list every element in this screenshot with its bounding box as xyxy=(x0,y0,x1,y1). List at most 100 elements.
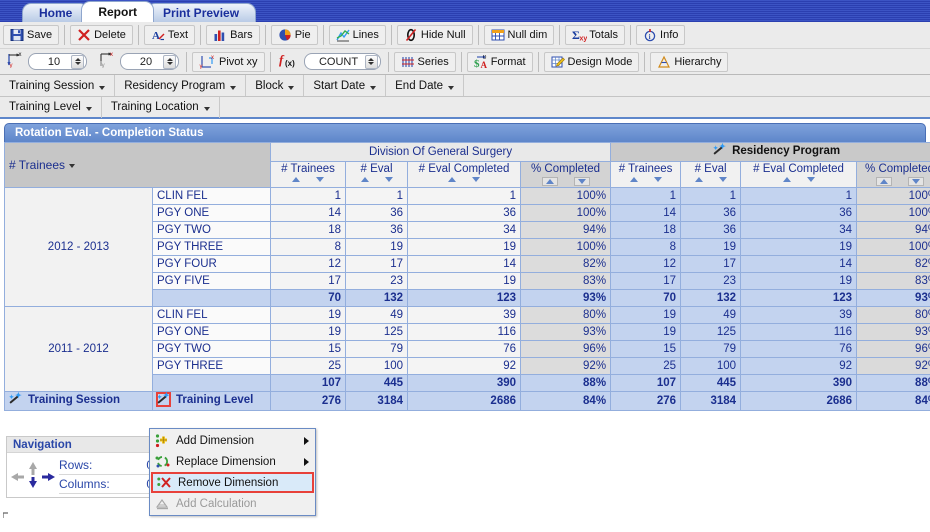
chevron-down-icon[interactable] xyxy=(448,85,455,90)
table-cell[interactable]: 92% xyxy=(520,357,612,375)
tab-home[interactable]: Home xyxy=(22,3,90,22)
column-header-5[interactable]: # Eval xyxy=(680,161,742,188)
table-cell[interactable]: 96% xyxy=(520,340,612,358)
sort-descending-button[interactable] xyxy=(384,177,393,182)
table-cell[interactable]: 116 xyxy=(407,323,522,341)
table-cell[interactable]: 1 xyxy=(680,187,742,205)
sort-descending-button[interactable] xyxy=(472,177,481,182)
hide-null-button[interactable]: Hide Null xyxy=(396,25,473,45)
row-level-label[interactable]: PGY THREE xyxy=(151,357,272,375)
design-mode-button[interactable]: Design Mode xyxy=(543,51,640,72)
table-cell[interactable]: 49 xyxy=(680,306,742,324)
column-group-header-0[interactable]: Division Of General Surgery xyxy=(270,142,612,162)
chevron-down-icon[interactable] xyxy=(288,85,295,90)
series-button[interactable]: Series xyxy=(393,51,456,72)
info-button[interactable]: i Info xyxy=(636,25,686,45)
table-cell[interactable]: 39 xyxy=(407,306,522,324)
sort-descending-button[interactable] xyxy=(653,177,662,182)
table-cell[interactable]: 19 xyxy=(407,238,522,256)
table-cell[interactable]: 1 xyxy=(407,187,522,205)
text-button[interactable]: A Text xyxy=(143,25,196,45)
table-cell[interactable]: 94% xyxy=(520,221,612,239)
table-cell[interactable]: 8 xyxy=(270,238,347,256)
chevron-down-icon[interactable] xyxy=(203,107,210,111)
dimension-chip-block[interactable]: Block xyxy=(246,75,305,96)
aggregate-function-select[interactable] xyxy=(303,53,381,70)
table-cell[interactable]: 15 xyxy=(270,340,347,358)
pivot-corner-measure[interactable]: # Trainees xyxy=(3,142,272,188)
context-menu-item-add-dimension[interactable]: Add Dimension xyxy=(151,430,314,451)
table-cell[interactable]: 92% xyxy=(856,357,930,375)
table-cell[interactable]: 49 xyxy=(345,306,409,324)
pie-button[interactable]: Pie xyxy=(270,25,318,45)
sort-descending-button[interactable] xyxy=(806,177,815,182)
bars-button[interactable]: Bars xyxy=(206,25,260,45)
table-cell[interactable]: 36 xyxy=(345,221,409,239)
tab-report[interactable]: Report xyxy=(81,1,155,22)
column-header-1[interactable]: # Eval xyxy=(345,161,409,188)
table-cell[interactable]: 19 xyxy=(680,238,742,256)
table-cell[interactable]: 80% xyxy=(520,306,612,324)
context-menu-item-remove-dimension[interactable]: Remove Dimension xyxy=(151,472,314,493)
sort-descending-button[interactable] xyxy=(718,177,727,182)
column-dimension-footer[interactable]: ✦ ✦ Training Level xyxy=(151,391,272,411)
table-cell[interactable]: 19 xyxy=(407,272,522,290)
table-cell[interactable]: 1 xyxy=(270,187,347,205)
sort-ascending-button[interactable] xyxy=(292,177,301,182)
navigation-dpad[interactable] xyxy=(7,455,59,495)
row-level-label[interactable]: PGY TWO xyxy=(151,221,272,239)
table-cell[interactable]: 17 xyxy=(610,272,682,290)
table-cell[interactable]: 23 xyxy=(345,272,409,290)
table-cell[interactable]: 100 xyxy=(345,357,409,375)
table-cell[interactable]: 1 xyxy=(740,187,858,205)
submenu-arrow-icon[interactable] xyxy=(304,458,309,466)
row-dimension-footer[interactable]: ✦ ✦ Training Session xyxy=(4,391,153,411)
table-cell[interactable]: 19 xyxy=(740,272,858,290)
column-header-0[interactable]: # Trainees xyxy=(270,161,347,188)
table-cell[interactable]: 19 xyxy=(610,323,682,341)
table-cell[interactable]: 25 xyxy=(610,357,682,375)
lines-button[interactable]: Lines xyxy=(328,25,386,45)
table-cell[interactable]: 83% xyxy=(856,272,930,290)
table-cell[interactable]: 23 xyxy=(680,272,742,290)
table-cell[interactable]: 83% xyxy=(520,272,612,290)
table-cell[interactable]: 76 xyxy=(407,340,522,358)
table-cell[interactable]: 17 xyxy=(270,272,347,290)
format-button[interactable]: $ A 0 Format xyxy=(466,51,533,72)
sort-ascending-button[interactable] xyxy=(782,177,791,182)
dimension-chip-start-date[interactable]: Start Date xyxy=(304,75,387,96)
table-cell[interactable]: 18 xyxy=(610,221,682,239)
table-cell[interactable]: 36 xyxy=(680,204,742,222)
table-cell[interactable]: 1 xyxy=(345,187,409,205)
table-row[interactable]: 2012 - 2013CLIN FEL111100%111100% xyxy=(4,187,930,307)
table-cell[interactable]: 93% xyxy=(520,323,612,341)
sort-ascending-button[interactable] xyxy=(629,177,638,182)
table-cell[interactable]: 12 xyxy=(610,255,682,273)
table-cell[interactable]: 19 xyxy=(270,323,347,341)
table-cell[interactable]: 94% xyxy=(856,221,930,239)
submenu-arrow-icon[interactable] xyxy=(304,437,309,445)
row-group-label[interactable]: 2012 - 2013 xyxy=(4,187,153,307)
table-cell[interactable]: 125 xyxy=(345,323,409,341)
row-level-label[interactable]: PGY TWO xyxy=(151,340,272,358)
save-button[interactable]: Save xyxy=(3,25,60,45)
resize-grip-icon[interactable] xyxy=(2,512,11,520)
sort-ascending-button[interactable] xyxy=(541,177,558,186)
sort-ascending-button[interactable] xyxy=(448,177,457,182)
columns-count-spinner[interactable] xyxy=(120,53,179,70)
aggregate-function-stepper[interactable] xyxy=(364,54,378,69)
aggregate-function-input[interactable] xyxy=(312,55,365,68)
table-cell[interactable]: 36 xyxy=(407,204,522,222)
table-cell[interactable]: 19 xyxy=(610,306,682,324)
table-cell[interactable]: 8 xyxy=(610,238,682,256)
chevron-down-icon[interactable] xyxy=(69,164,76,168)
chevron-down-icon[interactable] xyxy=(99,85,106,90)
table-cell[interactable]: 116 xyxy=(740,323,858,341)
row-level-label[interactable]: CLIN FEL xyxy=(151,187,272,205)
sort-ascending-button[interactable] xyxy=(875,177,892,186)
tab-print-preview[interactable]: Print Preview xyxy=(146,3,257,22)
sort-descending-button[interactable] xyxy=(316,177,325,182)
table-cell[interactable]: 100% xyxy=(856,204,930,222)
dimension-chip-residency-program[interactable]: Residency Program xyxy=(115,75,247,96)
sort-ascending-button[interactable] xyxy=(694,177,703,182)
